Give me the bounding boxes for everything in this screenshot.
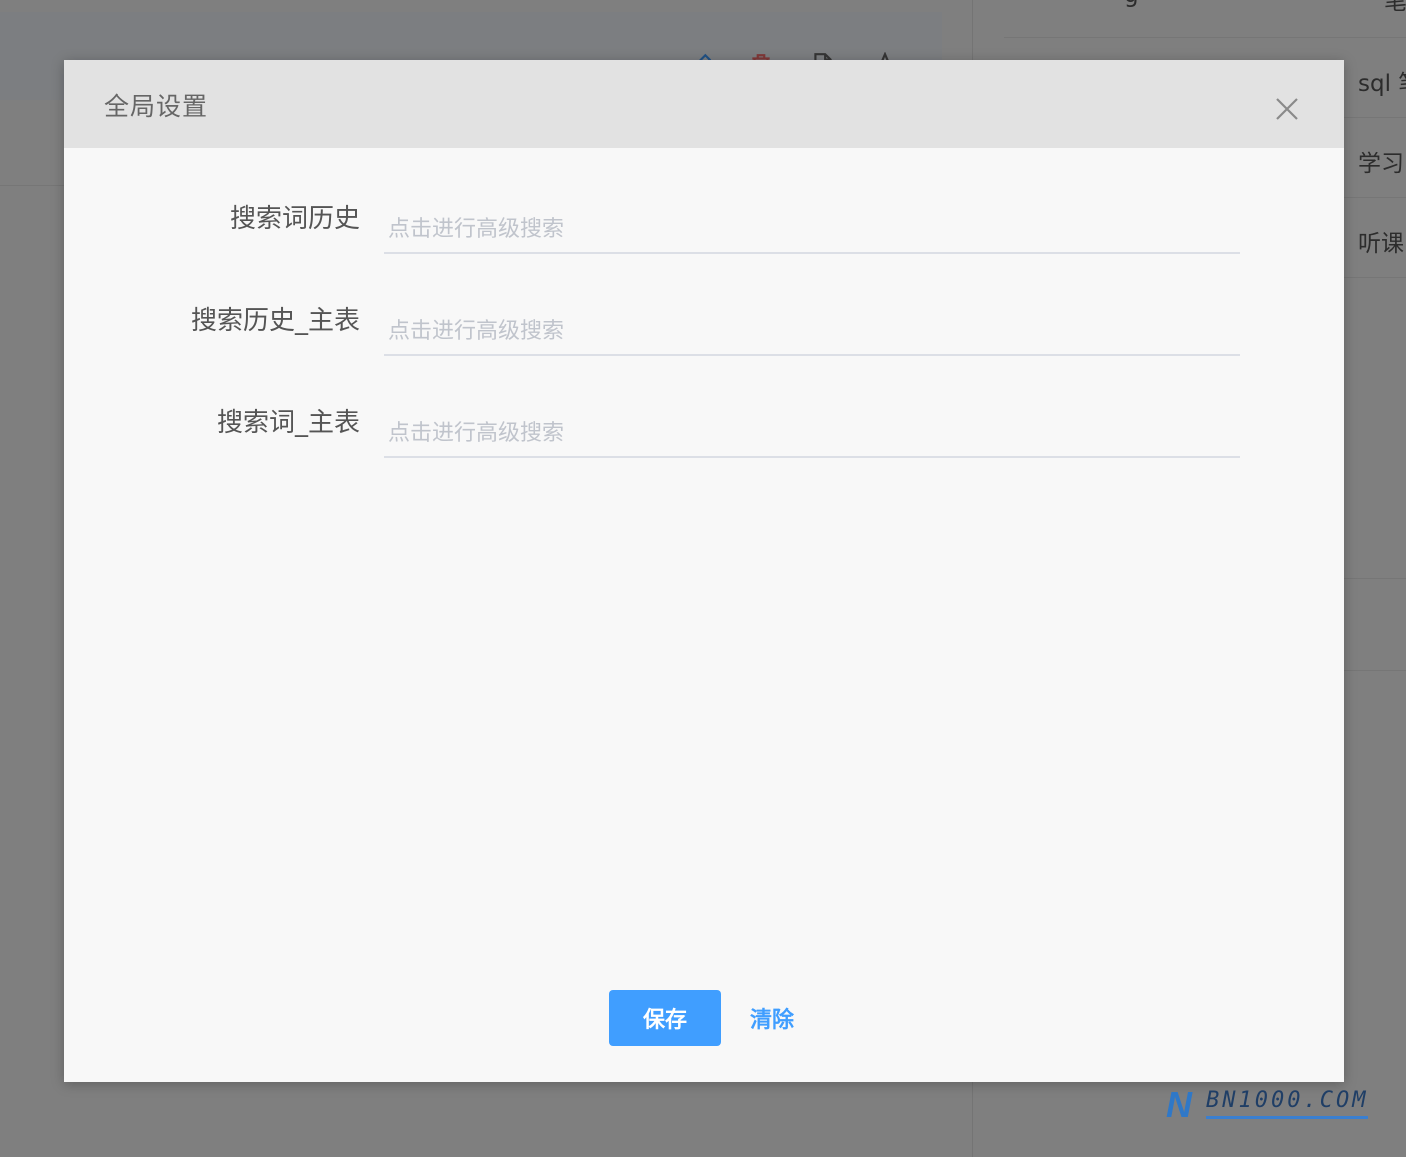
field-label: 搜索词历史: [229, 204, 360, 234]
search-word-main-table-input[interactable]: [384, 410, 1240, 458]
field-label: 搜索历史_主表: [190, 306, 360, 336]
form-row-search-history-main-table: 搜索历史_主表: [64, 300, 1344, 380]
search-history-main-table-input[interactable]: [384, 308, 1240, 356]
save-button[interactable]: 保存: [609, 990, 721, 1046]
field-label: 搜索词_主表: [216, 408, 360, 438]
dialog-header: 全局设置: [64, 60, 1344, 148]
close-icon[interactable]: [1272, 94, 1302, 124]
search-word-history-input[interactable]: [384, 206, 1240, 254]
watermark-logo: N BN1000.COM: [1166, 1084, 1370, 1125]
form-row-search-word-main-table: 搜索词_主表: [64, 402, 1344, 482]
dialog-title: 全局设置: [104, 92, 209, 121]
form-row-search-word-history: 搜索词历史: [64, 198, 1344, 278]
clear-button[interactable]: 清除: [740, 990, 804, 1046]
watermark-text: BN1000.COM: [1206, 1088, 1369, 1113]
watermark-mark: N: [1166, 1084, 1192, 1125]
watermark-underline: [1206, 1116, 1368, 1119]
global-settings-dialog: 全局设置 搜索词历史 搜索历史_主表 搜索词_主表 保存 清除: [64, 60, 1344, 1082]
